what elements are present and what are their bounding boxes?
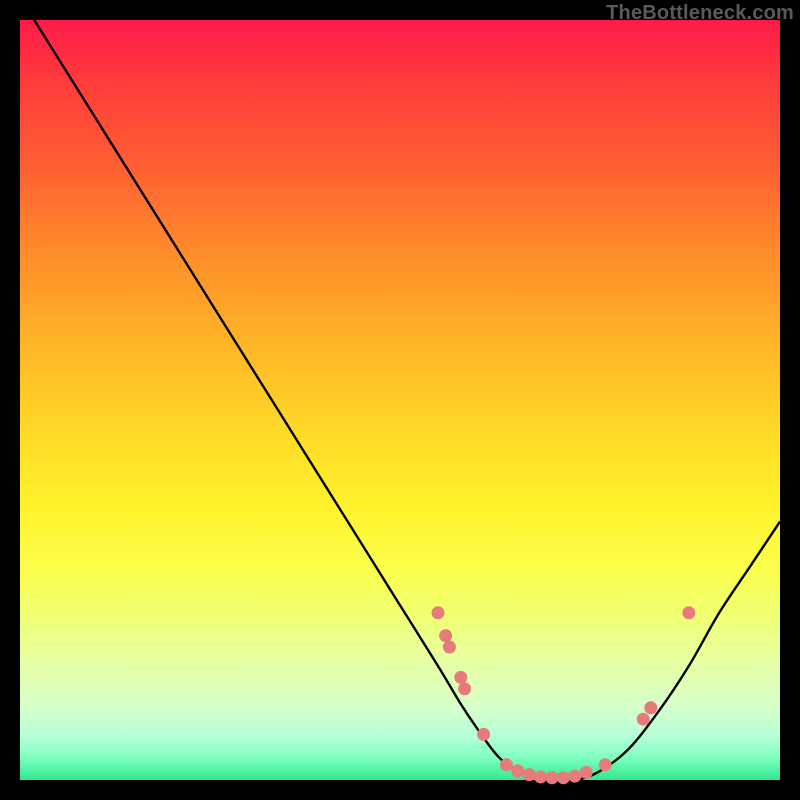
data-marker xyxy=(557,771,570,784)
data-marker xyxy=(477,728,490,741)
data-marker xyxy=(534,770,547,783)
chart-container: TheBottleneck.com xyxy=(0,0,800,800)
data-marker xyxy=(682,606,695,619)
data-marker xyxy=(458,682,471,695)
data-marker xyxy=(644,701,657,714)
data-marker xyxy=(523,768,536,781)
data-marker xyxy=(500,758,513,771)
data-marker xyxy=(439,629,452,642)
data-marker xyxy=(454,671,467,684)
data-markers xyxy=(432,606,696,784)
data-marker xyxy=(580,766,593,779)
data-marker xyxy=(443,641,456,654)
data-marker xyxy=(546,771,559,784)
data-marker xyxy=(511,764,524,777)
plot-area xyxy=(20,20,780,780)
data-marker xyxy=(637,713,650,726)
chart-svg xyxy=(20,20,780,780)
data-marker xyxy=(599,758,612,771)
bottleneck-curve xyxy=(20,0,780,781)
data-marker xyxy=(568,770,581,783)
data-marker xyxy=(432,606,445,619)
